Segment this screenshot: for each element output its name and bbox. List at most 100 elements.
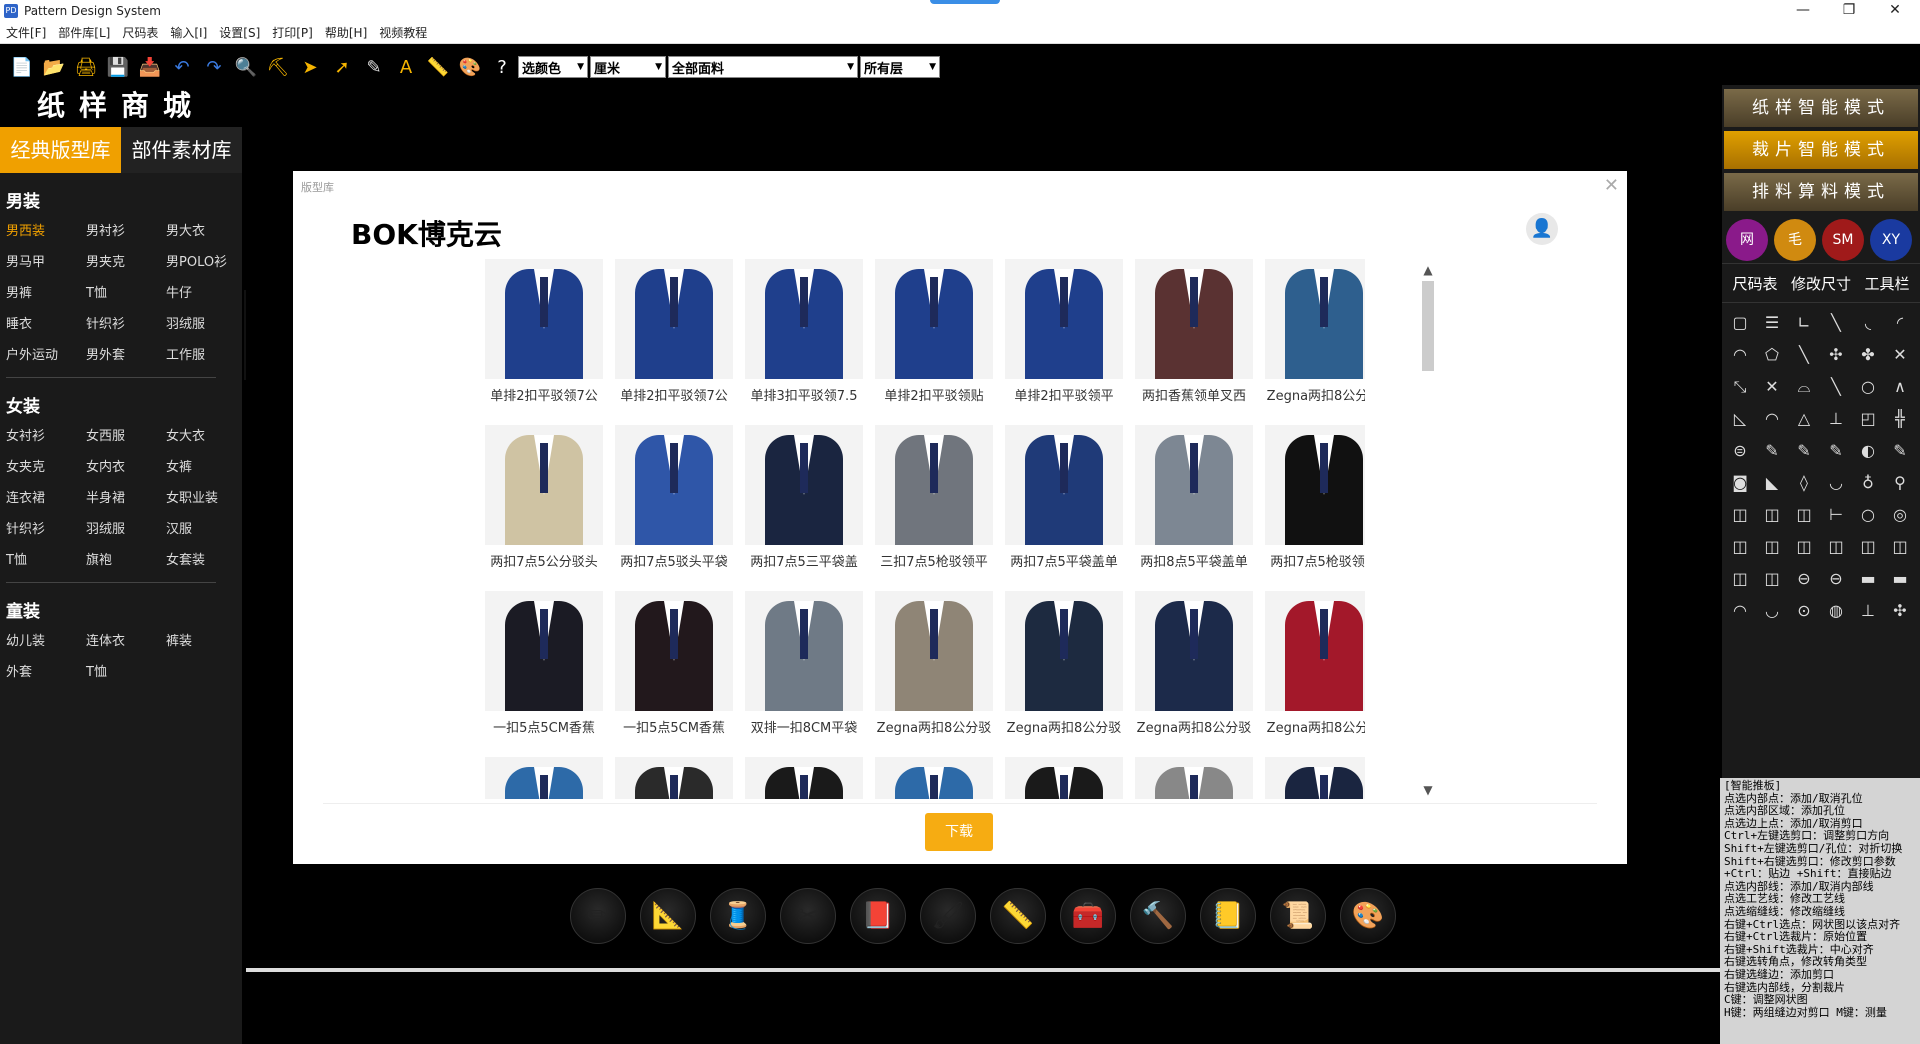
ruler-icon[interactable]: 📏 bbox=[422, 53, 454, 81]
category-item[interactable]: 外套 bbox=[6, 661, 86, 680]
product-card[interactable] bbox=[745, 757, 863, 799]
drafting-tool-icon[interactable]: ▬ bbox=[1886, 565, 1914, 593]
mode-circle-button[interactable]: SM bbox=[1822, 219, 1864, 261]
drafting-tool-icon[interactable]: ✕ bbox=[1758, 373, 1786, 401]
drafting-tool-icon[interactable]: ◺ bbox=[1726, 405, 1754, 433]
category-item[interactable]: 男大衣 bbox=[166, 220, 246, 239]
suit-thumbnail[interactable] bbox=[615, 591, 733, 711]
suit-thumbnail[interactable] bbox=[745, 425, 863, 545]
drafting-tool-icon[interactable]: ◫ bbox=[1726, 533, 1754, 561]
drafting-tool-icon[interactable]: ◫ bbox=[1854, 533, 1882, 561]
chevron-down-icon[interactable]: ▼ bbox=[1421, 783, 1435, 797]
drafting-tool-icon[interactable]: ◙ bbox=[1726, 469, 1754, 497]
tab-size-chart[interactable]: 尺码表 bbox=[1722, 264, 1788, 302]
suit-thumbnail[interactable] bbox=[1005, 591, 1123, 711]
drafting-tool-icon[interactable]: ◰ bbox=[1854, 405, 1882, 433]
category-item[interactable]: 连体衣 bbox=[86, 630, 166, 649]
drafting-tool-icon[interactable]: ◠ bbox=[1758, 405, 1786, 433]
product-card[interactable]: 两扣7点5三平袋盖 bbox=[745, 425, 863, 577]
category-item[interactable]: 汉服 bbox=[166, 518, 246, 537]
redo-icon[interactable]: ↷ bbox=[198, 53, 230, 81]
menu-help[interactable]: 帮助[H] bbox=[319, 24, 373, 41]
suit-thumbnail[interactable] bbox=[1005, 757, 1123, 799]
product-card[interactable]: Zegna两扣8公分驳 bbox=[1005, 591, 1123, 743]
suit-thumbnail[interactable] bbox=[1265, 425, 1365, 545]
drafting-tool-icon[interactable]: ⊜ bbox=[1726, 437, 1754, 465]
zoom-icon[interactable]: 🔍 bbox=[230, 53, 262, 81]
product-card[interactable]: Zegna两扣8公分驳 bbox=[875, 591, 993, 743]
drafting-tool-icon[interactable]: △ bbox=[1790, 405, 1818, 433]
suit-thumbnail[interactable] bbox=[745, 259, 863, 379]
drafting-tool-icon[interactable]: ◎ bbox=[1886, 501, 1914, 529]
suit-thumbnail[interactable] bbox=[875, 591, 993, 711]
product-card[interactable]: 单排3扣平驳领7.5 bbox=[745, 259, 863, 411]
drafting-tool-icon[interactable]: ✕ bbox=[1886, 341, 1914, 369]
drafting-tool-icon[interactable]: ⤡ bbox=[1726, 373, 1754, 401]
category-item[interactable]: 连衣裙 bbox=[6, 487, 86, 506]
drafting-tool-icon[interactable]: ◠ bbox=[1726, 341, 1754, 369]
drafting-tool-icon[interactable]: ○ bbox=[1854, 373, 1882, 401]
product-card[interactable] bbox=[1135, 757, 1253, 799]
color-tool-icon[interactable]: 🎨 bbox=[1340, 888, 1396, 944]
drafting-tool-icon[interactable]: ○ bbox=[1854, 501, 1882, 529]
suit-thumbnail[interactable] bbox=[1005, 259, 1123, 379]
category-item[interactable]: 女内衣 bbox=[86, 456, 166, 475]
menu-print[interactable]: 打印[P] bbox=[266, 24, 319, 41]
print-icon[interactable]: 🖨 bbox=[70, 53, 102, 81]
drafting-tool-icon[interactable]: ◡ bbox=[1822, 469, 1850, 497]
category-item[interactable]: 女衬衫 bbox=[6, 425, 86, 444]
drafting-tool-icon[interactable]: ✣ bbox=[1886, 597, 1914, 625]
category-item[interactable]: 女套装 bbox=[166, 549, 246, 568]
suit-thumbnail[interactable] bbox=[875, 425, 993, 545]
category-item[interactable]: 男西装 bbox=[6, 220, 86, 239]
product-card[interactable]: 两扣香蕉领单叉西 bbox=[1135, 259, 1253, 411]
category-item[interactable]: 羽绒服 bbox=[86, 518, 166, 537]
unit-select[interactable]: 厘米 ▼ bbox=[590, 56, 666, 78]
product-card[interactable]: 两扣7点5驳头平袋 bbox=[615, 425, 733, 577]
drafting-tool-icon[interactable]: ◫ bbox=[1886, 533, 1914, 561]
suit-thumbnail[interactable] bbox=[875, 259, 993, 379]
drafting-tool-icon[interactable]: ◣ bbox=[1758, 469, 1786, 497]
fabric-tool-icon[interactable]: 📕 bbox=[850, 888, 906, 944]
category-item[interactable]: 男夹克 bbox=[86, 251, 166, 270]
drafting-tool-icon[interactable]: ◫ bbox=[1726, 501, 1754, 529]
suit-thumbnail[interactable] bbox=[615, 757, 733, 799]
drafting-tool-icon[interactable]: ✎ bbox=[1790, 437, 1818, 465]
drafting-tool-icon[interactable]: ◐ bbox=[1854, 437, 1882, 465]
drafting-tool-icon[interactable]: ✣ bbox=[1822, 341, 1850, 369]
product-card[interactable]: 两扣7点5平袋盖单 bbox=[1005, 425, 1123, 577]
suit-thumbnail[interactable] bbox=[1135, 425, 1253, 545]
drafting-tool-icon[interactable]: ╲ bbox=[1822, 309, 1850, 337]
product-card[interactable]: 一扣5点5CM香蕉 bbox=[485, 591, 603, 743]
close-window-button[interactable]: ✕ bbox=[1872, 0, 1918, 22]
suit-thumbnail[interactable] bbox=[1135, 591, 1253, 711]
suit-thumbnail[interactable] bbox=[485, 259, 603, 379]
pattern-smart-mode-button[interactable]: 纸样智能模式 bbox=[1724, 89, 1918, 127]
layer-select[interactable]: 所有层 ▼ bbox=[860, 56, 940, 78]
product-card[interactable]: Zegna两扣8公分驳 bbox=[1265, 591, 1365, 743]
user-avatar-icon[interactable]: 👤 bbox=[1526, 213, 1558, 245]
product-card[interactable]: Zegna两扣8公分驳 bbox=[1265, 259, 1365, 411]
category-item[interactable]: 羽绒服 bbox=[166, 313, 246, 332]
suit-thumbnail[interactable] bbox=[615, 259, 733, 379]
product-card[interactable]: Zegna两扣8公分驳 bbox=[1135, 591, 1253, 743]
product-card[interactable] bbox=[875, 757, 993, 799]
product-card[interactable] bbox=[485, 757, 603, 799]
text-icon[interactable]: A bbox=[390, 53, 422, 81]
category-item[interactable]: 工作服 bbox=[166, 344, 246, 363]
pencil-tool-icon[interactable]: ✏ bbox=[570, 888, 626, 944]
category-item[interactable]: T恤 bbox=[86, 282, 166, 301]
help-icon[interactable]: ? bbox=[486, 53, 518, 81]
drafting-tool-icon[interactable]: ♁ bbox=[1854, 469, 1882, 497]
download-button[interactable]: 下载 bbox=[925, 813, 993, 851]
drafting-tool-icon[interactable]: ⚲ bbox=[1886, 469, 1914, 497]
product-card[interactable] bbox=[1265, 757, 1365, 799]
drafting-tool-icon[interactable]: ⊥ bbox=[1854, 597, 1882, 625]
suit-thumbnail[interactable] bbox=[1265, 259, 1365, 379]
category-item[interactable]: 女大衣 bbox=[166, 425, 246, 444]
brush-tool-icon[interactable]: 🖌 bbox=[920, 888, 976, 944]
pointer-icon[interactable]: ➤ bbox=[294, 53, 326, 81]
marker-making-mode-button[interactable]: 排料算料模式 bbox=[1724, 173, 1918, 211]
drafting-tool-icon[interactable]: ∟ bbox=[1790, 309, 1818, 337]
eraser-icon[interactable]: ⛏ bbox=[262, 53, 294, 81]
